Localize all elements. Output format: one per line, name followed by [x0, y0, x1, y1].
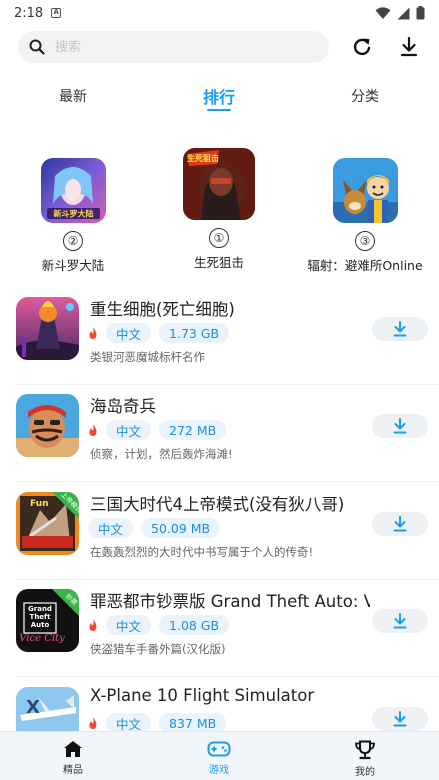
header: [18, 30, 425, 64]
rank-badge: ③: [355, 231, 375, 251]
app-icon-badge: Fun: [30, 499, 49, 509]
category-tabs: 最新 排行 分类: [0, 86, 439, 116]
app-name: X-Plane 10 Flight Simulator: [90, 686, 315, 705]
app-name: 三国大时代4上帝模式(没有狄八哥): [90, 495, 345, 514]
download-icon: [393, 418, 407, 434]
download-icon: [401, 37, 418, 57]
battery-icon: [416, 6, 425, 20]
rank-badge: ①: [209, 228, 229, 248]
svg-text:Grand: Grand: [28, 605, 52, 613]
size-tag: 1.08 GB: [159, 615, 230, 635]
top-three-ranking: 新斗罗大陆 ② 新斗罗大陆 生死狙击 ① 生死狙击 ③ 辐射：避难所Online: [0, 148, 439, 278]
trophy-icon: [355, 740, 375, 760]
fire-icon: [89, 327, 97, 339]
svg-text:Vice City: Vice City: [19, 633, 65, 644]
list-item[interactable]: Fun 上帝模式 三国大时代4上帝模式(没有狄八哥) 中文 50.09 MB 在…: [0, 483, 439, 580]
app-description: 在轰轰烈烈的大时代中书写属于个人的传奇!: [90, 545, 314, 559]
app-name: 海岛奇兵: [90, 397, 156, 416]
list-item[interactable]: 海岛奇兵 中文 272 MB 侦察，计划，然后轰炸海滩!: [0, 385, 439, 482]
app-meta: 中文 1.73 GB: [88, 323, 230, 343]
svg-text:Auto: Auto: [31, 621, 50, 629]
refresh-icon: [353, 38, 371, 56]
download-button[interactable]: [372, 707, 428, 731]
download-button[interactable]: [372, 609, 428, 633]
status-time: 2:18: [14, 5, 44, 21]
fire-icon: [89, 424, 97, 436]
download-icon: [393, 516, 407, 532]
nav-mine[interactable]: 我的: [354, 740, 376, 778]
nav-label: 精品: [63, 765, 83, 776]
top-item-rank-3[interactable]: ③ 辐射：避难所Online: [295, 158, 435, 274]
language-tag: 中文: [106, 713, 152, 733]
size-tag: 1.73 GB: [159, 323, 230, 343]
app-icon-title: 生死狙击: [187, 153, 219, 163]
search-bar[interactable]: [18, 31, 330, 63]
downloads-button[interactable]: [394, 31, 425, 63]
app-icon: Fun 上帝模式: [16, 492, 79, 555]
app-meta: 中文 272 MB: [88, 420, 227, 440]
fire-icon: [89, 717, 97, 729]
size-tag: 272 MB: [159, 420, 227, 440]
app-icon: [332, 158, 398, 223]
download-icon: [393, 613, 407, 629]
language-tag: 中文: [106, 323, 152, 343]
app-icon: 生死狙击: [183, 148, 255, 220]
size-tag: 837 MB: [159, 713, 227, 733]
search-input[interactable]: [55, 39, 295, 55]
top-item-name: 辐射：避难所Online: [307, 258, 423, 273]
app-icon: [16, 297, 79, 360]
download-icon: [393, 711, 407, 727]
download-button[interactable]: [372, 512, 428, 536]
home-icon: [64, 741, 82, 757]
nav-featured[interactable]: 精品: [63, 740, 83, 776]
notification-app-icon: A: [51, 8, 62, 18]
tab-latest[interactable]: 最新: [59, 86, 87, 106]
download-button[interactable]: [372, 414, 428, 438]
download-button[interactable]: [372, 317, 428, 341]
tab-categories[interactable]: 分类: [351, 86, 379, 106]
download-icon: [393, 321, 407, 337]
language-tag: 中文: [106, 420, 152, 440]
tab-ranking[interactable]: 排行: [202, 84, 236, 111]
app-description: 类银河恶魔城标杆名作: [90, 350, 205, 364]
bottom-navigation: 精品 游戏 我的: [0, 731, 439, 780]
top-item-rank-1[interactable]: 生死狙击 ① 生死狙击: [149, 148, 289, 271]
wifi-icon: [375, 6, 391, 19]
rank-badge: ②: [63, 231, 83, 251]
top-item-rank-2[interactable]: 新斗罗大陆 ② 新斗罗大陆: [3, 158, 143, 274]
app-icon: 新斗罗大陆: [40, 158, 106, 223]
divider: [16, 676, 439, 677]
app-icon: [16, 394, 79, 457]
app-meta: 中文 50.09 MB: [88, 518, 221, 538]
top-item-name: 新斗罗大陆: [41, 258, 105, 273]
signal-icon: [397, 7, 410, 19]
gamepad-icon: [207, 741, 231, 757]
app-meta: 中文 837 MB: [88, 713, 227, 733]
tab-ranking-label: 排行: [202, 88, 236, 107]
divider: [16, 481, 439, 482]
app-meta: 中文 1.08 GB: [88, 615, 230, 635]
fire-icon: [89, 619, 97, 631]
svg-text:Theft: Theft: [30, 613, 52, 621]
language-tag: 中文: [106, 615, 152, 635]
app-icon-title: 新斗罗大陆: [53, 209, 93, 219]
active-tab-indicator: [206, 109, 231, 111]
app-icon: Grand Theft Auto Vice City 钞票: [16, 589, 79, 652]
language-tag: 中文: [88, 518, 134, 538]
nav-games[interactable]: 游戏: [207, 740, 231, 776]
list-item[interactable]: Grand Theft Auto Vice City 钞票 罪恶都市钞票版 Gr…: [0, 580, 439, 677]
nav-label: 我的: [355, 767, 375, 778]
status-bar: 2:18 A: [0, 0, 439, 26]
top-item-name: 生死狙击: [193, 255, 244, 270]
app-name: 罪恶都市钞票版 Grand Theft Auto: Vice City: [90, 592, 370, 611]
svg-text:X: X: [26, 697, 40, 718]
size-tag: 50.09 MB: [141, 518, 221, 538]
app-description: 侠盗猎车手番外篇(汉化版): [90, 642, 226, 656]
nav-label: 游戏: [209, 765, 229, 776]
list-item[interactable]: 重生细胞(死亡细胞) 中文 1.73 GB 类银河恶魔城标杆名作: [0, 288, 439, 385]
app-name: 重生细胞(死亡细胞): [90, 300, 235, 319]
search-icon: [29, 39, 45, 55]
refresh-button[interactable]: [346, 31, 377, 63]
app-description: 侦察，计划，然后轰炸海滩!: [90, 447, 233, 461]
